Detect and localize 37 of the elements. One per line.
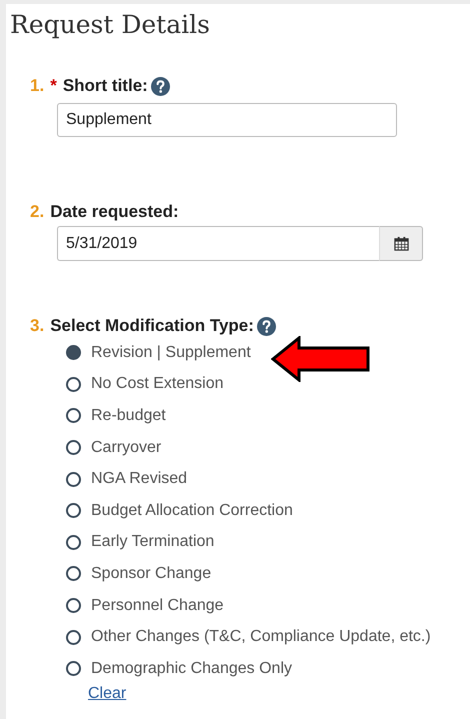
- radio-option[interactable]: No Cost Extension: [66, 368, 470, 400]
- radio-option[interactable]: Carryover: [66, 432, 470, 464]
- question-number: 2.: [30, 202, 44, 222]
- calendar-icon: [394, 236, 408, 251]
- radio-button[interactable]: [66, 630, 81, 645]
- radio-option[interactable]: Re-budget: [66, 400, 470, 432]
- clear-link[interactable]: Clear: [88, 684, 126, 703]
- required-marker: *: [50, 76, 57, 96]
- calendar-button[interactable]: [379, 226, 423, 261]
- radio-option[interactable]: Other Changes (T&C, Compliance Update, etc.): [66, 621, 470, 653]
- radio-option[interactable]: NGA Revised: [66, 463, 470, 495]
- radio-button[interactable]: [66, 503, 81, 518]
- radio-button[interactable]: [66, 376, 81, 392]
- radio-option[interactable]: Early Termination: [66, 526, 470, 558]
- question-label: Short title:: [62, 76, 148, 96]
- radio-option[interactable]: Budget Allocation Correction: [66, 494, 470, 527]
- radio-button[interactable]: [66, 598, 81, 614]
- help-icon[interactable]: [256, 316, 276, 336]
- page-title: Request Details: [10, 9, 211, 41]
- radio-button[interactable]: [66, 345, 81, 360]
- radio-button[interactable]: [66, 534, 81, 550]
- radio-button[interactable]: [66, 472, 81, 487]
- question-label: Date requested:: [50, 202, 179, 222]
- radio-option[interactable]: Personnel Change: [66, 590, 470, 622]
- radio-option[interactable]: Demographic Changes Only: [66, 652, 470, 685]
- short-title-field[interactable]: Supplement: [57, 103, 397, 137]
- radio-button[interactable]: [66, 566, 81, 582]
- radio-button[interactable]: [66, 661, 81, 676]
- radio-button[interactable]: [66, 440, 81, 456]
- question-number: 3.: [30, 316, 44, 336]
- radio-button[interactable]: [66, 408, 81, 424]
- question-label: Select Modification Type:: [50, 316, 254, 336]
- help-icon[interactable]: [150, 76, 170, 96]
- date-field[interactable]: 5/31/2019: [57, 226, 379, 261]
- radio-option[interactable]: Sponsor Change: [66, 558, 470, 590]
- question-number: 1.: [30, 76, 44, 96]
- radio-option[interactable]: Revision | Supplement: [66, 337, 470, 369]
